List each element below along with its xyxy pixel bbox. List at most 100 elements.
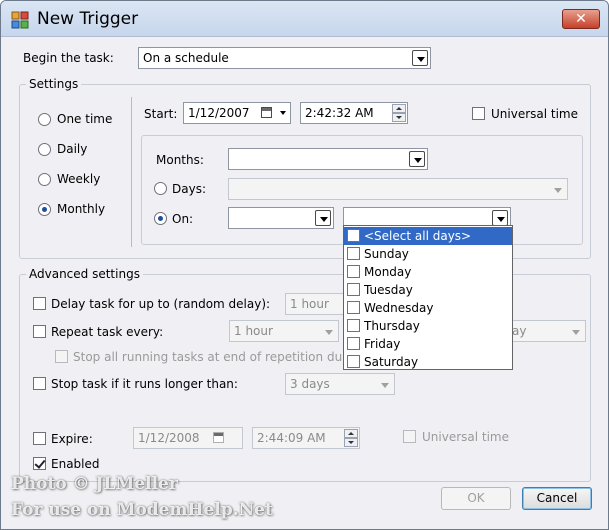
radio-on[interactable] — [154, 212, 167, 225]
stop-longer-checkbox[interactable] — [33, 377, 46, 390]
start-time-stepper[interactable]: 2:42:32 AM — [300, 102, 408, 124]
repeat-checkbox[interactable] — [33, 325, 46, 338]
expire-checkbox[interactable] — [33, 432, 46, 445]
stop-longer-select[interactable]: 3 days — [285, 373, 395, 395]
expire-date-value: 1/12/2008 — [138, 431, 200, 445]
delay-value: 1 hour — [290, 297, 329, 311]
begin-task-value: On a schedule — [143, 51, 229, 65]
advanced-settings-label: Advanced settings — [26, 267, 143, 281]
calendar-icon — [261, 107, 272, 118]
radio-weekly-label: Weekly — [57, 172, 101, 186]
chevron-down-icon — [549, 181, 565, 197]
watermark-line-1: Photo © JLMeller — [11, 474, 178, 494]
spin-down-icon[interactable] — [392, 113, 406, 122]
radio-monthly[interactable] — [38, 203, 51, 216]
checkbox — [347, 319, 360, 332]
on-week-select[interactable] — [228, 207, 334, 229]
checkbox — [347, 337, 360, 350]
enabled-checkbox[interactable] — [33, 457, 46, 470]
enabled-label: Enabled — [51, 457, 100, 471]
dropdown-item-label: Sunday — [364, 247, 409, 261]
begin-task-label: Begin the task: — [23, 51, 114, 65]
chevron-down-icon — [567, 323, 583, 339]
dropdown-item-wednesday[interactable]: Wednesday — [344, 299, 512, 317]
chevron-down-icon — [492, 210, 508, 226]
radio-monthly-label: Monthly — [57, 202, 106, 216]
title-bar[interactable]: New Trigger ✕ — [1, 1, 608, 37]
stop-longer-label: Stop task if it runs longer than: — [51, 377, 238, 391]
repeat-label: Repeat task every: — [51, 325, 164, 339]
radio-one-time-label: One time — [57, 112, 113, 126]
settings-divider — [131, 97, 132, 247]
dropdown-item-label: Friday — [364, 337, 401, 351]
start-label: Start: — [144, 107, 178, 121]
dropdown-item-label: Tuesday — [364, 283, 413, 297]
ok-button[interactable]: OK — [441, 487, 511, 510]
dropdown-item-friday[interactable]: Friday — [344, 335, 512, 353]
repeat-duration-select[interactable]: ay — [501, 320, 586, 342]
stop-running-checkbox[interactable] — [55, 350, 68, 363]
checkbox — [347, 229, 360, 242]
expire-date-picker[interactable]: 1/12/2008 — [133, 427, 243, 449]
watermark-line-2: For use on ModemHelp.Net — [11, 500, 273, 520]
dropdown-item-thursday[interactable]: Thursday — [344, 317, 512, 335]
on-label: On: — [172, 212, 194, 226]
calendar-icon — [213, 432, 224, 443]
chevron-down-icon — [412, 50, 428, 66]
repeat-value: 1 hour — [234, 324, 273, 338]
radio-weekly[interactable] — [38, 173, 51, 186]
checkbox — [347, 301, 360, 314]
dropdown-item-label: Monday — [364, 265, 412, 279]
radio-days[interactable] — [154, 182, 167, 195]
days-select[interactable] — [228, 178, 568, 200]
dropdown-item-label: Wednesday — [364, 301, 434, 315]
checkbox — [347, 283, 360, 296]
start-time-value: 2:42:32 AM — [305, 106, 374, 120]
begin-task-select[interactable]: On a schedule — [138, 47, 431, 69]
cancel-button[interactable]: Cancel — [522, 487, 592, 510]
checkbox — [347, 265, 360, 278]
days-dropdown-list: <Select all days> Sunday Monday Tuesday … — [343, 225, 513, 370]
spin-up-icon[interactable] — [344, 429, 358, 438]
delay-checkbox[interactable] — [33, 297, 46, 310]
delay-label: Delay task for up to (random delay): — [51, 297, 271, 311]
repeat-duration-value: ay — [512, 324, 527, 338]
radio-daily[interactable] — [38, 143, 51, 156]
radio-one-time[interactable] — [38, 113, 51, 126]
expire-time-stepper[interactable]: 2:44:09 AM — [252, 427, 360, 449]
days-label: Days: — [172, 182, 206, 196]
chevron-down-icon — [409, 151, 425, 167]
months-label: Months: — [156, 153, 204, 167]
chevron-down-icon — [315, 210, 331, 226]
new-trigger-dialog: New Trigger ✕ Begin the task: On a sched… — [0, 0, 609, 530]
repeat-select[interactable]: 1 hour — [229, 320, 339, 342]
months-select[interactable] — [228, 148, 428, 170]
expire-time-value: 2:44:09 AM — [257, 431, 326, 445]
stop-longer-value: 3 days — [290, 377, 330, 391]
checkbox — [347, 355, 360, 368]
dropdown-item-select-all[interactable]: <Select all days> — [344, 227, 512, 245]
settings-group-label: Settings — [26, 77, 82, 91]
dropdown-item-monday[interactable]: Monday — [344, 263, 512, 281]
chevron-down-icon — [320, 323, 336, 339]
start-date-value: 1/12/2007 — [188, 106, 250, 120]
dropdown-item-label: <Select all days> — [364, 229, 472, 243]
universal-time-checkbox[interactable] — [472, 107, 485, 120]
dialog-body: Begin the task: On a schedule Settings O… — [1, 37, 608, 529]
close-button[interactable]: ✕ — [562, 9, 600, 29]
start-date-picker[interactable]: 1/12/2007 — [183, 102, 291, 124]
dropdown-item-tuesday[interactable]: Tuesday — [344, 281, 512, 299]
chevron-down-icon — [280, 111, 286, 115]
expire-universal-label: Universal time — [422, 430, 510, 444]
checkbox — [347, 247, 360, 260]
spin-down-icon[interactable] — [344, 438, 358, 447]
window-title: New Trigger — [37, 9, 139, 29]
chevron-down-icon — [376, 376, 392, 392]
radio-daily-label: Daily — [57, 142, 88, 156]
expire-universal-checkbox[interactable] — [403, 430, 416, 443]
dropdown-item-saturday[interactable]: Saturday — [344, 353, 512, 371]
dropdown-item-sunday[interactable]: Sunday — [344, 245, 512, 263]
stop-running-label: Stop all running tasks at end of repetit… — [73, 350, 378, 364]
spin-up-icon[interactable] — [392, 104, 406, 113]
dropdown-item-label: Thursday — [364, 319, 420, 333]
